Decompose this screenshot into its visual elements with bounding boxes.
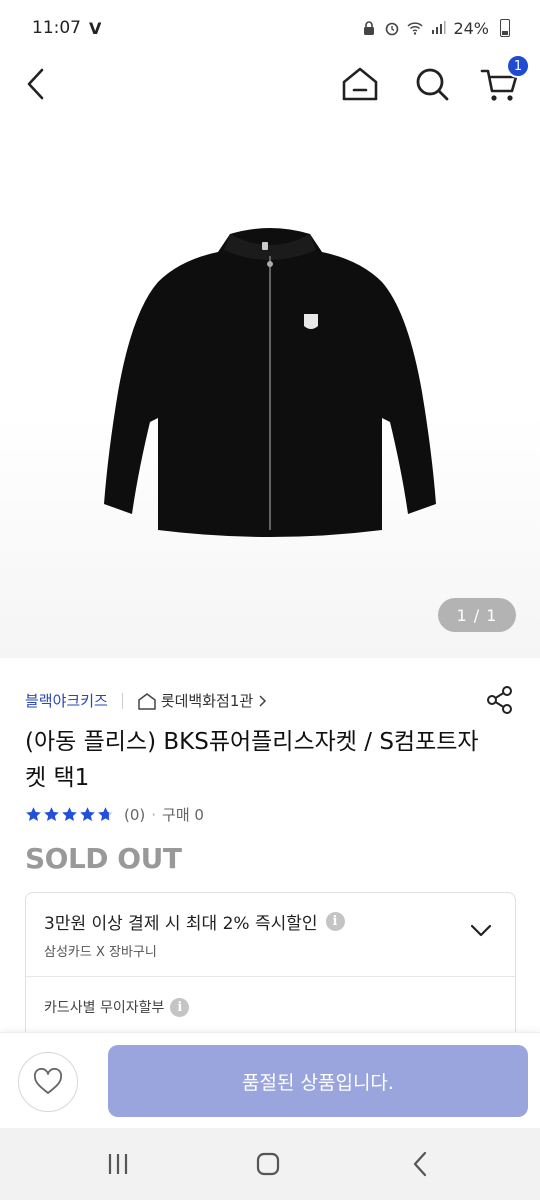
cart-count-badge: 1 <box>506 54 530 78</box>
status-bar: 11:07 V 24% <box>0 0 540 56</box>
back-button[interactable] <box>14 62 58 106</box>
cart-button[interactable]: 1 <box>478 54 530 106</box>
battery-percent: 24% <box>453 18 489 38</box>
divider <box>121 692 123 709</box>
card-discount-sub: 삼성카드 X 장바구니 <box>44 945 157 960</box>
store-link[interactable]: 롯데백화점1관 <box>137 690 267 711</box>
search-button[interactable] <box>410 62 454 106</box>
star-icon <box>62 807 77 821</box>
product-title: (아동 플리스) BKS퓨어플리스자켓 / S컴포트자켓 택1 <box>25 729 479 791</box>
sold-out-button[interactable]: 품절된 상품입니다. <box>108 1045 528 1117</box>
purchase-count: 구매 0 <box>162 806 204 824</box>
star-icon <box>44 807 59 821</box>
sold-out-label: SOLD OUT <box>25 842 182 875</box>
star-half-icon <box>98 807 113 821</box>
review-count: (0) <box>124 805 146 824</box>
system-nav-bar <box>0 1128 540 1200</box>
share-icon <box>487 686 512 714</box>
separator-dot: · <box>151 805 157 824</box>
system-home-button[interactable] <box>248 1146 288 1182</box>
brand-row: 블랙야크키즈 롯데백화점1관 <box>25 690 267 711</box>
battery-icon <box>500 19 510 37</box>
carrier-icon: V <box>89 18 102 38</box>
search-icon <box>416 68 449 101</box>
signal-icon <box>432 21 446 34</box>
wishlist-button[interactable] <box>18 1052 78 1112</box>
system-back-button[interactable] <box>400 1146 440 1182</box>
store-home-icon <box>138 692 156 710</box>
star-icon <box>80 807 95 821</box>
product-image <box>104 228 436 537</box>
top-nav: 1 <box>0 54 540 112</box>
chevron-right-icon <box>259 694 267 707</box>
chevron-left-icon <box>27 68 44 100</box>
rating-stars <box>25 806 114 823</box>
home-square-icon <box>256 1152 280 1176</box>
card-discount-row[interactable]: 3만원 이상 결제 시 최대 2% 즉시할인 i 삼성카드 X 장바구니 <box>26 893 515 977</box>
status-icons: 24% <box>361 19 510 38</box>
chevron-down-icon[interactable] <box>469 923 493 939</box>
benefit-box: 3만원 이상 결제 시 최대 2% 즉시할인 i 삼성카드 X 장바구니 카드사… <box>25 892 516 1042</box>
info-icon[interactable]: i <box>170 997 190 1017</box>
home-icon <box>342 67 378 101</box>
store-name: 롯데백화점1관 <box>160 692 254 710</box>
installment-text: 카드사별 무이자할부 <box>44 1000 165 1016</box>
home-button[interactable] <box>338 62 382 106</box>
recents-icon <box>108 1154 128 1174</box>
back-arrow-icon <box>413 1151 427 1177</box>
share-button[interactable] <box>482 682 518 718</box>
recents-button[interactable] <box>98 1146 138 1182</box>
heart-icon <box>33 1068 63 1094</box>
product-gallery[interactable]: 1 / 1 <box>0 112 540 658</box>
star-icon <box>26 807 41 821</box>
image-pager: 1 / 1 <box>438 598 516 632</box>
wifi-icon <box>407 22 423 35</box>
card-discount-text: 3만원 이상 결제 시 최대 2% 즉시할인 <box>44 914 318 934</box>
alarm-icon <box>386 22 399 36</box>
brand-link[interactable]: 블랙야크키즈 <box>25 690 108 711</box>
rating-row[interactable]: (0) · 구매 0 <box>25 804 204 825</box>
lock-icon <box>364 21 375 35</box>
info-icon[interactable]: i <box>325 912 345 931</box>
installment-row[interactable]: 카드사별 무이자할부 i <box>44 997 190 1017</box>
action-bar: 품절된 상품입니다. <box>0 1032 540 1128</box>
status-time: 11:07 <box>32 18 81 38</box>
card-discount-title: 3만원 이상 결제 시 최대 2% 즉시할인 i <box>44 909 345 934</box>
